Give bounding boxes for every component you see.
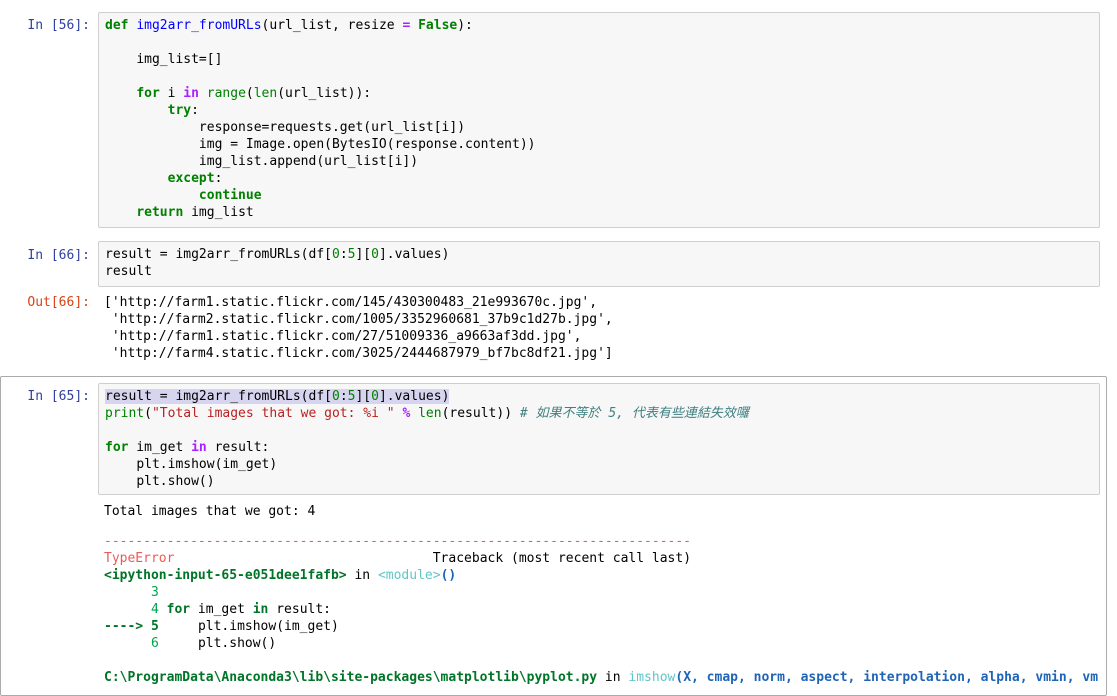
output-prompt: Out[66]: [27,295,90,310]
error-name: TypeError [104,551,175,566]
selected-text: result = img2arr_fromURLs(df[0:5][0].val… [105,389,450,404]
code-cell-input[interactable]: result = img2arr_fromURLs(df[0:5][0].val… [98,383,1100,495]
code-editor[interactable]: def img2arr_fromURLs(url_list, resize = … [99,13,1099,225]
traceback-text: ----------------------------------------… [104,534,1099,685]
traceback-output: ----------------------------------------… [98,529,1108,690]
code-cell-input[interactable]: def img2arr_fromURLs(url_list, resize = … [98,12,1100,228]
cell-output: ['http://farm1.static.flickr.com/145/430… [98,290,1108,366]
stdout-text: Total images that we got: 4 [104,504,316,519]
cell-output: Total images that we got: 4 [98,499,1108,524]
traceback-file-path: C:\ProgramData\Anaconda3\lib\site-packag… [104,670,598,685]
code-editor[interactable]: result = img2arr_fromURLs(df[0:5][0].val… [99,384,1099,494]
cell-prompt: In [56]: [27,18,90,33]
code-comment: # 如果不等於 5, 代表有些連結失效囉 [519,406,749,421]
output-text: ['http://farm1.static.flickr.com/145/430… [104,295,613,361]
cell-prompt: In [65]: [27,389,90,404]
code-editor[interactable]: result = img2arr_fromURLs(df[0:5][0].val… [99,242,1099,284]
cell-prompt: In [66]: [27,248,90,263]
code-cell-input[interactable]: result = img2arr_fromURLs(df[0:5][0].val… [98,241,1100,287]
